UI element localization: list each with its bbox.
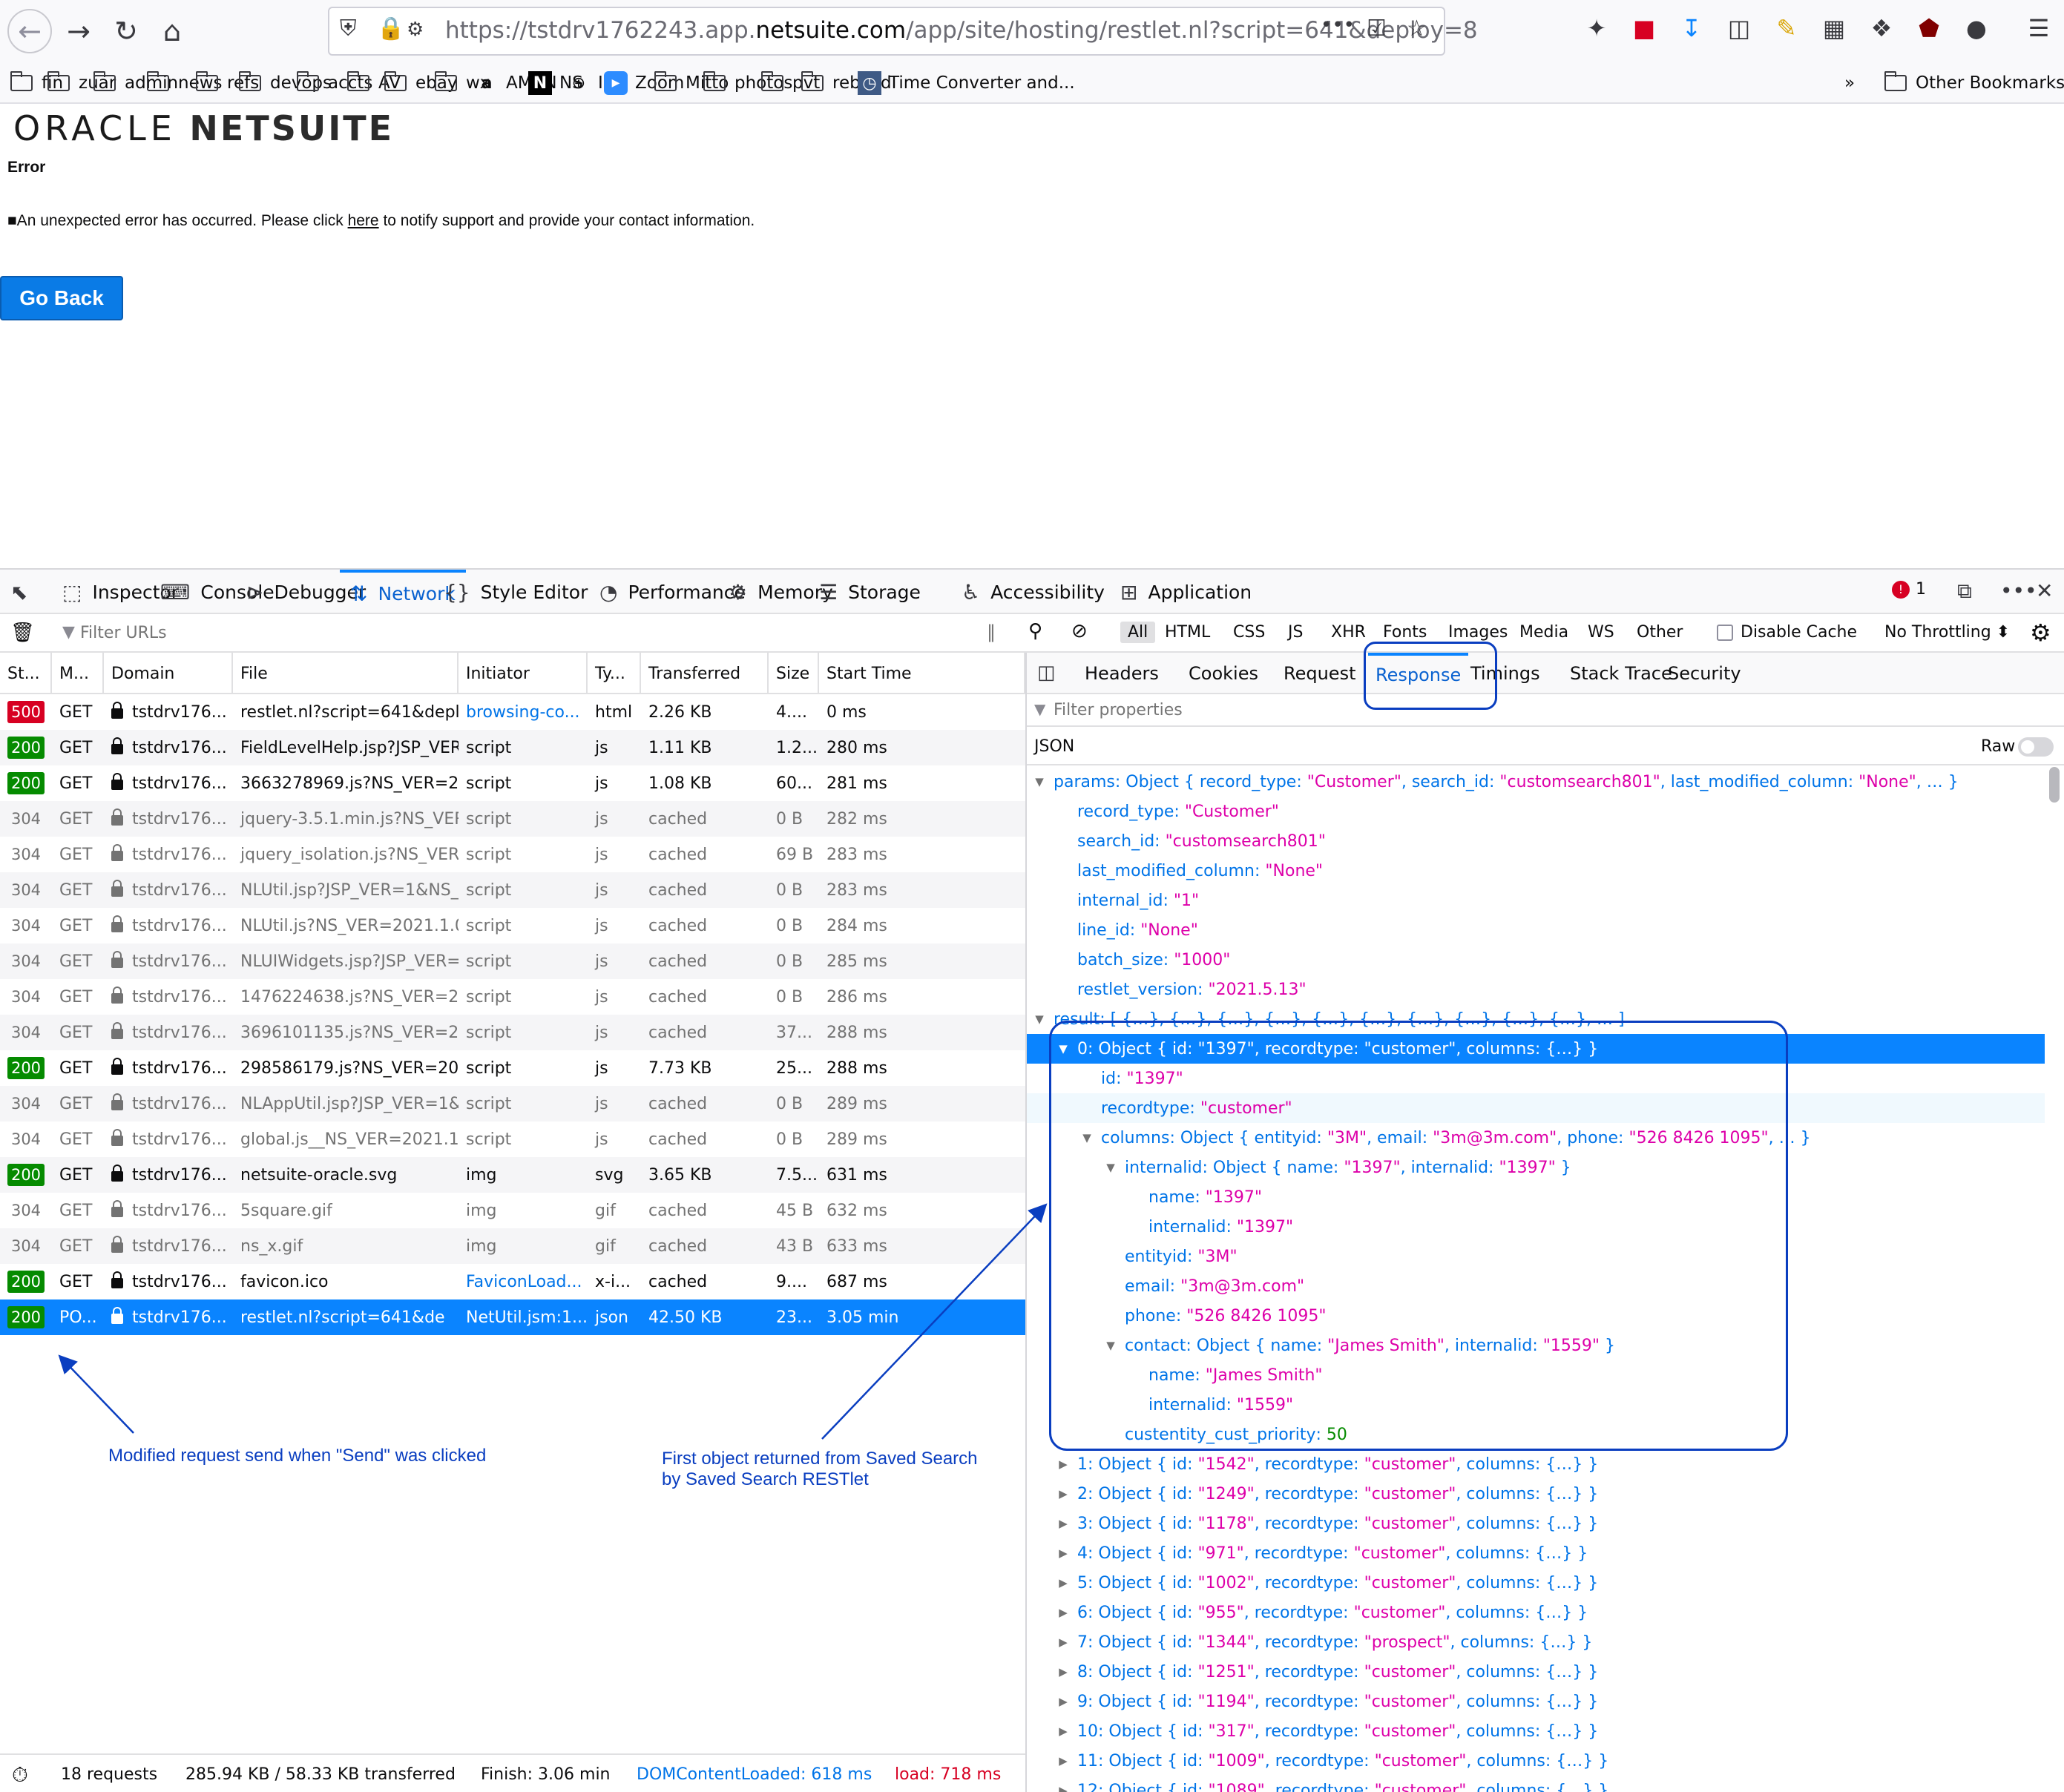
amazon-icon: a <box>481 73 493 93</box>
right-arrow <box>821 1203 1048 1440</box>
folder-icon <box>654 71 677 91</box>
zoom-icon: ▶ <box>604 71 628 95</box>
folder-icon <box>10 71 33 91</box>
folder-icon <box>93 71 116 91</box>
folder-icon <box>297 71 319 91</box>
folder-icon <box>703 71 726 91</box>
folder-icon <box>761 71 783 91</box>
globe-icon: ⊕ <box>571 73 586 93</box>
annotation-first-object-line2: by Saved Search RESTlet <box>662 1469 869 1489</box>
bookmark-label: Time Converter and... <box>889 73 1075 93</box>
folder-icon <box>435 71 457 91</box>
netsuite-icon: N <box>528 71 552 95</box>
left-arrow <box>58 1354 134 1434</box>
folder-icon <box>47 71 70 91</box>
annotation-modified-request: Modified request send when "Send" was cl… <box>108 1446 487 1466</box>
folder-icon <box>347 71 369 91</box>
annotation-first-object-line1: First object returned from Saved Search <box>662 1449 978 1469</box>
annotation-arrows <box>58 1203 1048 1440</box>
folder-icon <box>384 71 407 91</box>
folder-icon <box>239 71 261 91</box>
clock-icon: ◷ <box>858 71 881 95</box>
folder-icon <box>801 71 824 91</box>
folder-icon <box>147 71 169 91</box>
bookmark-time-converter-and[interactable]: ◷ Time Converter and... <box>858 68 1075 98</box>
folder-icon <box>196 71 218 91</box>
